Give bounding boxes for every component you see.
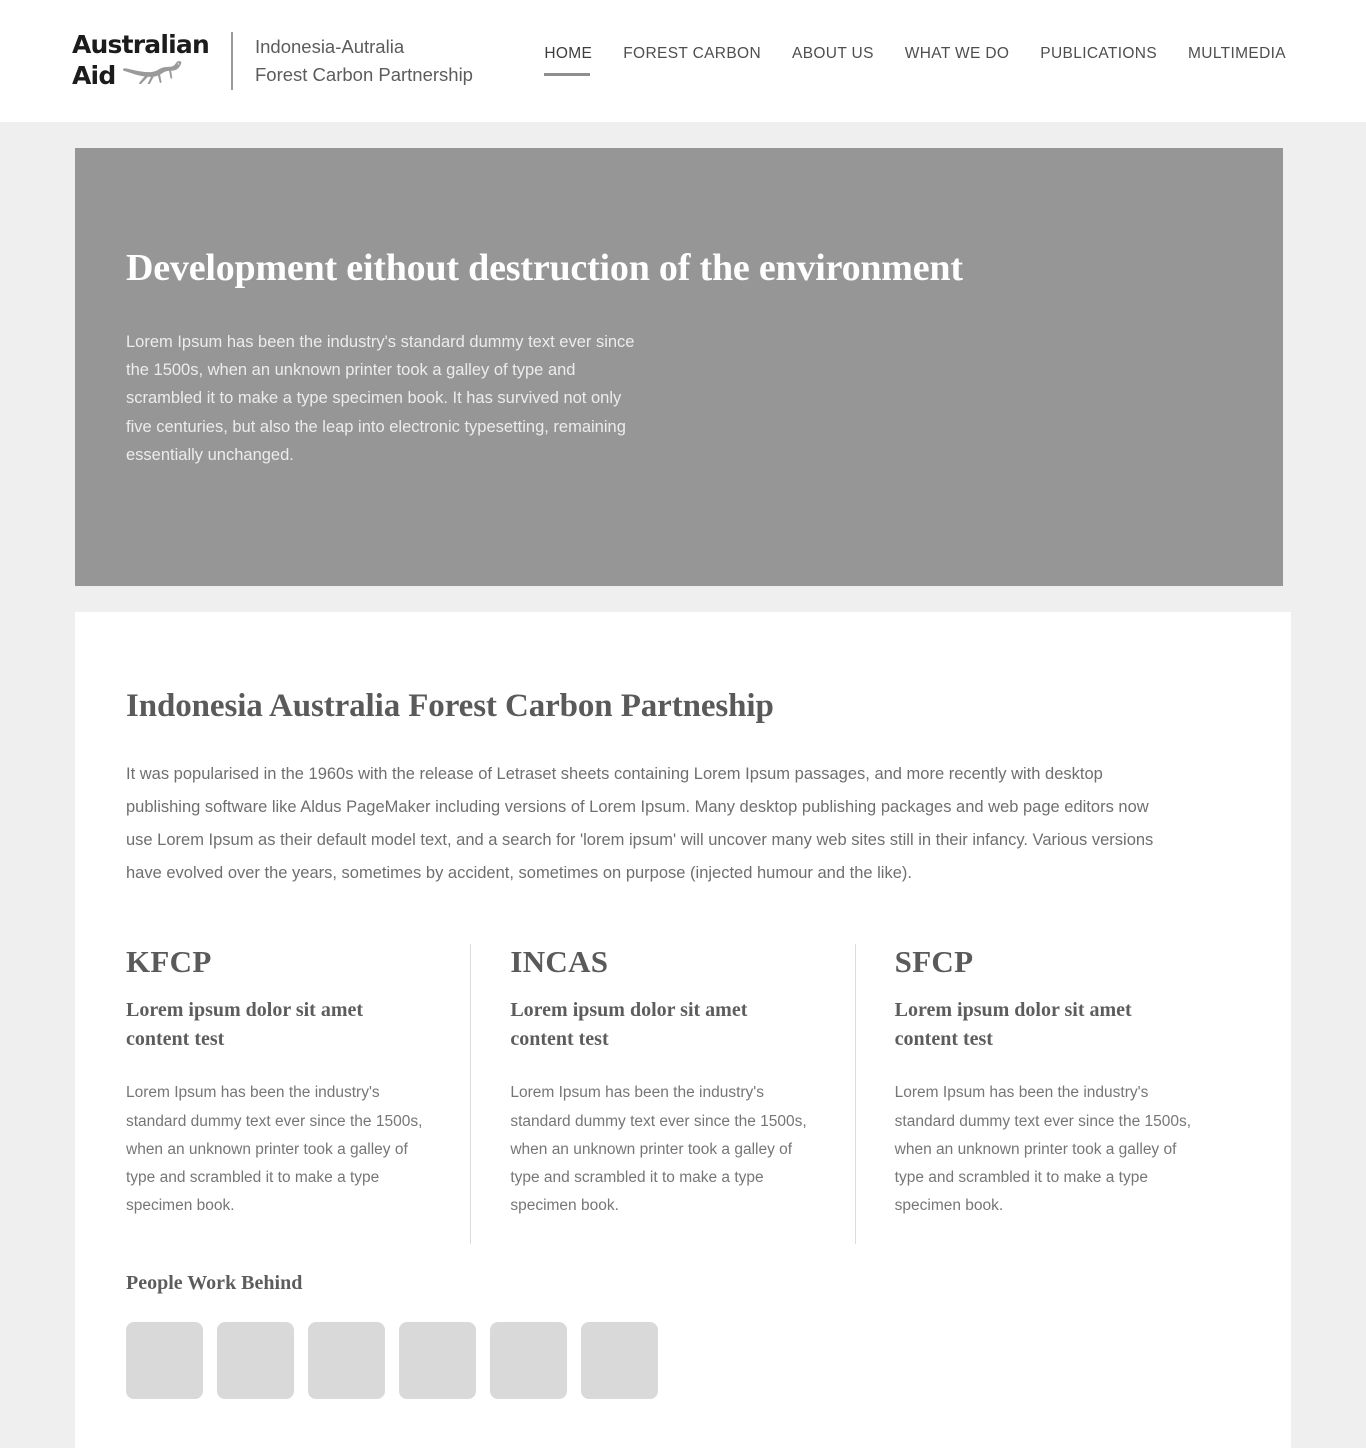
program-subtitle: Lorem ipsum dolor sit amet content test xyxy=(894,999,1132,1051)
site-header: Australian Aid Indonesia-Autralia Forest… xyxy=(0,0,1366,122)
program-column-incas[interactable]: INCAS Lorem ipsum dolor sit amet content… xyxy=(470,944,854,1245)
program-title: INCAS xyxy=(510,944,609,979)
people-thumbnail-row xyxy=(126,1322,1239,1400)
program-subtitle: Lorem ipsum dolor sit amet content test xyxy=(510,999,748,1051)
program-text: Lorem Ipsum has been the industry's stan… xyxy=(510,1084,807,1215)
person-thumbnail[interactable] xyxy=(581,1322,658,1400)
nav-item-home[interactable]: HOME xyxy=(544,45,592,76)
nav-item-publications[interactable]: PUBLICATIONS xyxy=(1040,45,1157,76)
logo-text-line2: Aid xyxy=(72,61,116,91)
person-thumbnail[interactable] xyxy=(399,1322,476,1400)
site-title-line1: Indonesia-Autralia xyxy=(254,35,405,57)
nav-item-forest-carbon[interactable]: FOREST CARBON xyxy=(623,45,761,76)
main-content-card: Indonesia Australia Forest Carbon Partne… xyxy=(75,612,1291,1448)
hero-title: Development eithout destruction of the e… xyxy=(126,247,963,289)
program-column-kfcp[interactable]: KFCP Lorem ipsum dolor sit amet content … xyxy=(126,944,470,1244)
logo-text-line1: Australian xyxy=(72,30,210,60)
program-column-sfcp[interactable]: SFCP Lorem ipsum dolor sit amet content … xyxy=(854,944,1239,1245)
program-title: SFCP xyxy=(894,944,974,979)
brand[interactable]: Australian Aid Indonesia-Autralia Forest… xyxy=(72,32,473,90)
program-subtitle: Lorem ipsum dolor sit amet content test xyxy=(126,999,364,1051)
intro-paragraph: It was popularised in the 1960s with the… xyxy=(126,765,1154,882)
nav-item-multimedia[interactable]: MULTIMEDIA xyxy=(1188,45,1286,76)
nav-item-what-we-do[interactable]: WHAT WE DO xyxy=(905,45,1010,76)
person-thumbnail[interactable] xyxy=(217,1322,294,1400)
brand-divider xyxy=(230,32,233,90)
program-title: KFCP xyxy=(126,944,212,979)
australian-aid-logo[interactable]: Australian Aid xyxy=(72,33,225,88)
page-title: Indonesia Australia Forest Carbon Partne… xyxy=(126,688,774,724)
site-title: Indonesia-Autralia Forest Carbon Partner… xyxy=(255,33,473,89)
person-thumbnail[interactable] xyxy=(490,1322,567,1400)
hero-description: Lorem Ipsum has been the industry's stan… xyxy=(126,332,635,465)
nav-item-about-us[interactable]: ABOUT US xyxy=(792,45,874,76)
person-thumbnail[interactable] xyxy=(308,1322,385,1400)
people-section-title: People Work Behind xyxy=(126,1272,303,1295)
hero-banner: Development eithout destruction of the e… xyxy=(75,148,1283,586)
program-text: Lorem Ipsum has been the industry's stan… xyxy=(894,1084,1192,1215)
person-thumbnail[interactable] xyxy=(126,1322,203,1400)
kangaroo-icon xyxy=(122,58,184,88)
site-title-line2: Forest Carbon Partnership xyxy=(254,64,473,85)
main-navigation: HOME FOREST CARBON ABOUT US WHAT WE DO P… xyxy=(544,45,1286,78)
program-text: Lorem Ipsum has been the industry's stan… xyxy=(126,1084,423,1215)
program-columns: KFCP Lorem ipsum dolor sit amet content … xyxy=(126,944,1239,1245)
people-section: People Work Behind xyxy=(126,1272,1239,1400)
